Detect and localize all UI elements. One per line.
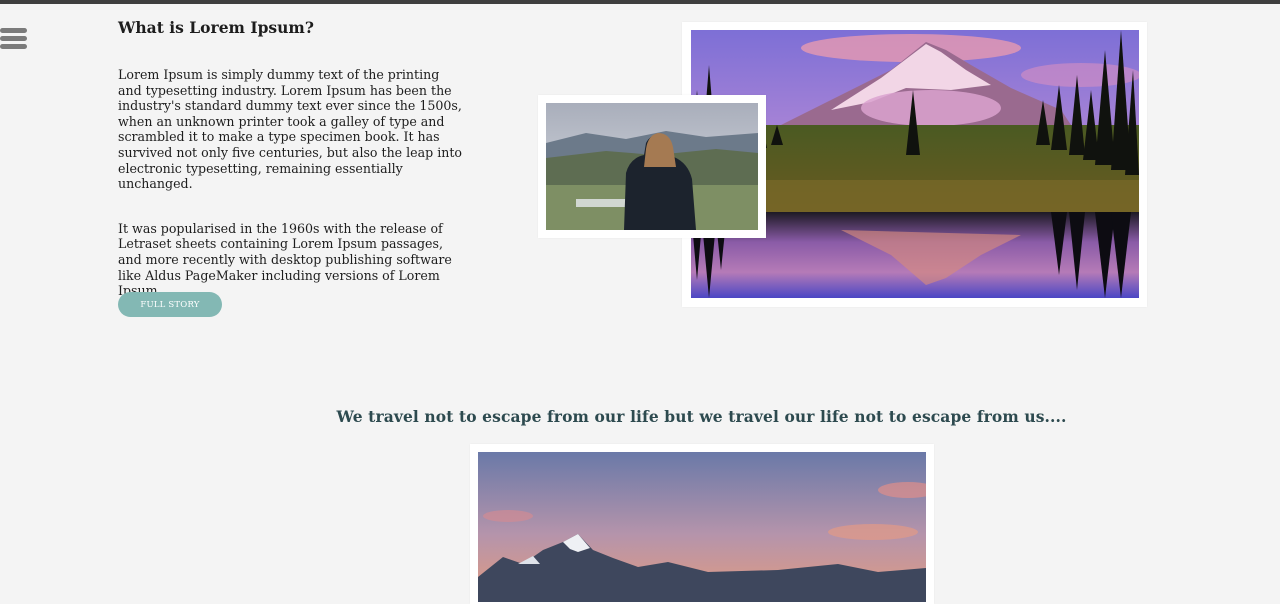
viewpoint-photo-frame <box>538 95 766 238</box>
top-border-bar <box>0 0 1280 4</box>
hamburger-menu-icon[interactable] <box>0 28 27 50</box>
article-intro: What is Lorem Ipsum? Lorem Ipsum is simp… <box>118 18 463 299</box>
article-heading: What is Lorem Ipsum? <box>118 18 314 37</box>
menu-bar-line <box>0 28 27 33</box>
sunset-mountains-photo-frame <box>470 444 934 604</box>
article-paragraph-1: Lorem Ipsum is simply dummy text of the … <box>118 67 462 192</box>
article-paragraph-2: It was popularised in the 1960s with the… <box>118 220 452 299</box>
travel-quote: We travel not to escape from our life bu… <box>336 407 1067 426</box>
menu-bar-line <box>0 44 27 49</box>
sunset-mountains-photo <box>478 452 926 602</box>
full-story-button[interactable]: FULL STORY <box>118 292 222 317</box>
menu-bar-line <box>0 36 27 41</box>
viewpoint-photo <box>546 103 758 230</box>
